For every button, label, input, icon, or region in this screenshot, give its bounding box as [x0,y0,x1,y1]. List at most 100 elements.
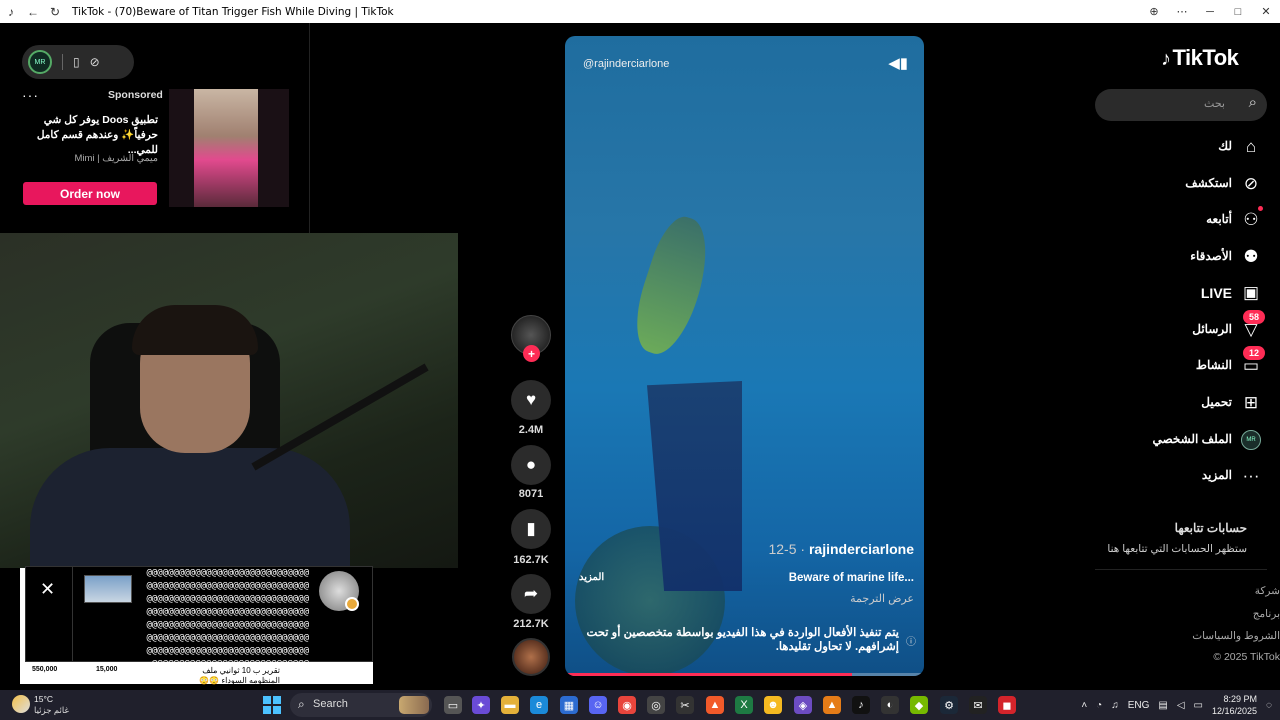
footer-copyright: © 2025 TikTok [1213,651,1280,663]
nav-activity[interactable]: النشاط ▭ 12 [1095,346,1267,378]
battery-icon[interactable]: ▭ [1194,700,1203,711]
taskbar-search-label: Search [313,698,348,710]
sponsored-ad[interactable]: ··· Sponsored تطبيق Doos يوفر كل شي حرفي… [22,87,292,212]
nav-explore[interactable]: استكشف ⊘ [1095,172,1267,196]
steam-icon[interactable]: ⚙ [940,696,958,714]
edge-icon[interactable]: e [530,696,548,714]
nav-messages[interactable]: الرسائل ▽ 58 [1095,310,1267,342]
info-icon[interactable]: ⓘ [906,633,916,648]
app-icon[interactable]: ◈ [794,696,812,714]
brave-icon[interactable]: ▲ [706,696,724,714]
discord-icon[interactable]: ☺ [589,696,607,714]
ad-photo [194,89,258,207]
divider [62,54,63,70]
phone-icon[interactable]: ▯ [73,55,80,69]
compass-icon[interactable]: ⊘ [90,55,100,69]
nav-profile[interactable]: الملف الشخصي MR [1095,428,1267,452]
app-tray-icon[interactable]: ◔ [1096,700,1102,711]
nav-label: لك [1218,139,1232,153]
share-button[interactable]: ➦ [511,574,551,614]
left-panel: MR ▯ ⊘ ··· Sponsored تطبيق Doos يوفر كل … [0,23,310,233]
bookmark-button[interactable]: ▮ [511,509,551,549]
comment-count: 8071 [518,488,544,500]
author-name[interactable]: rajinderciarlone [809,541,914,557]
close-icon[interactable]: ✕ [40,579,55,600]
like-button[interactable]: ♥ [511,380,551,420]
system-tray: ˄ ◔ ♫ ENG ▤ ◁ ▭ 8:29 PM 12/16/2025 ◌ [1081,690,1272,720]
security-app-icon[interactable]: ◼ [998,696,1016,714]
capcut-icon[interactable]: ✂ [676,696,694,714]
streamer-body [30,448,350,568]
zoom-icon[interactable]: ⊕ [1140,0,1168,23]
nav-label: LIVE [1200,285,1232,301]
nav-more[interactable]: المزيد ··· [1095,464,1267,488]
vlc-icon[interactable]: ▲ [823,696,841,714]
emoji-app-icon[interactable]: ☻ [764,696,782,714]
ad-headline[interactable]: تطبيق Doos يوفر كل شي حرفياً✨ وعندهم قسم… [22,113,158,158]
share-count: 212.7K [513,618,549,630]
tiktok-logo[interactable]: ♪TikTok [1161,45,1239,71]
order-now-button[interactable]: Order now [23,182,157,205]
language-indicator[interactable]: ENG [1128,700,1150,711]
footer-company-link[interactable]: شركة [1255,585,1280,597]
file-explorer-icon[interactable]: ▬ [501,696,519,714]
excel-icon[interactable]: X [735,696,753,714]
volume-icon[interactable]: ◀▮ [888,54,908,72]
tiktok-taskbar-icon[interactable]: ♪ [852,696,870,714]
app-icon[interactable]: ✉ [969,696,987,714]
start-button[interactable] [263,696,281,714]
ad-options-icon[interactable]: ··· [22,87,39,103]
ad-thumbnail[interactable] [169,89,289,207]
video-progress-bar[interactable] [565,673,924,676]
maximize-button[interactable]: □ [1224,0,1252,23]
network-icon[interactable]: ▤ [1158,700,1167,711]
nav-label: الملف الشخصي [1152,432,1232,446]
nvidia-icon[interactable]: ◆ [910,696,928,714]
see-translation-link[interactable]: عرض الترجمة [850,592,914,605]
nav-following[interactable]: أتابعه ⚇ [1095,206,1267,232]
video-player[interactable]: @rajinderciarlone ◀▮ 12-5 · rajinderciar… [565,36,924,676]
nav-for-you[interactable]: لك ⌂ [1095,135,1267,159]
nav-label: أتابعه [1206,212,1232,226]
close-button[interactable]: ✕ [1252,0,1280,23]
more-link[interactable]: المزيد [579,572,604,583]
nav-live[interactable]: LIVE ▣ [1095,281,1267,305]
obs-icon[interactable]: ◐ [881,696,899,714]
compass-icon: ⊘ [1243,174,1259,193]
volume-icon[interactable]: ◁ [1177,700,1185,711]
profile-avatar-image: MR [1241,430,1261,450]
taskbar-search[interactable]: ⌕ Search [290,693,432,717]
ad-brand[interactable]: Mimi | ميمي الشريف [62,153,158,164]
back-icon[interactable]: ← [22,1,44,23]
store-icon[interactable]: ▦ [560,696,578,714]
copilot-icon[interactable]: ✦ [472,696,490,714]
nav-friends[interactable]: الأصدقاء ⚉ [1095,245,1267,269]
reload-icon[interactable]: ↻ [44,1,66,23]
minimize-button[interactable]: ─ [1196,0,1224,23]
clock-date: 12/16/2025 [1212,706,1258,716]
chrome-icon[interactable]: ◉ [618,696,636,714]
search-icon[interactable]: ⌕ [1249,94,1257,111]
github-icon[interactable]: ◎ [647,696,665,714]
microphone-icon[interactable]: ♫ [1111,700,1119,711]
home-icon: ⌂ [1245,137,1257,156]
weather-widget[interactable]: 15°C غائم جزئيا [12,692,92,718]
divider [72,567,73,663]
browser-titlebar: ♪ ← ↻ TikTok - (70)Beware of Titan Trigg… [0,0,1280,23]
task-view-icon[interactable]: ▭ [444,696,462,714]
notifications-icon[interactable]: ◌ [1266,700,1272,711]
chevron-up-icon[interactable]: ˄ [1081,700,1087,711]
video-author[interactable]: 12-5 · rajinderciarlone [768,541,914,557]
search-input[interactable]: بحث ⌕ [1095,89,1267,121]
system-clock[interactable]: 8:29 PM 12/16/2025 [1212,693,1257,717]
profile-avatar: MR [1239,428,1263,452]
menu-dots-icon[interactable]: ⋯ [1168,0,1196,23]
footer-terms-link[interactable]: الشروط والسياسات [1192,630,1280,642]
footer-program-link[interactable]: برنامج [1253,608,1280,620]
comment-icon: ● [525,455,537,474]
comment-button[interactable]: ● [511,445,551,485]
channel-logo-icon[interactable]: MR [28,50,52,74]
music-disc[interactable] [512,638,550,676]
follow-button[interactable]: + [523,345,540,362]
nav-upload[interactable]: تحميل ⊞ [1095,391,1267,415]
